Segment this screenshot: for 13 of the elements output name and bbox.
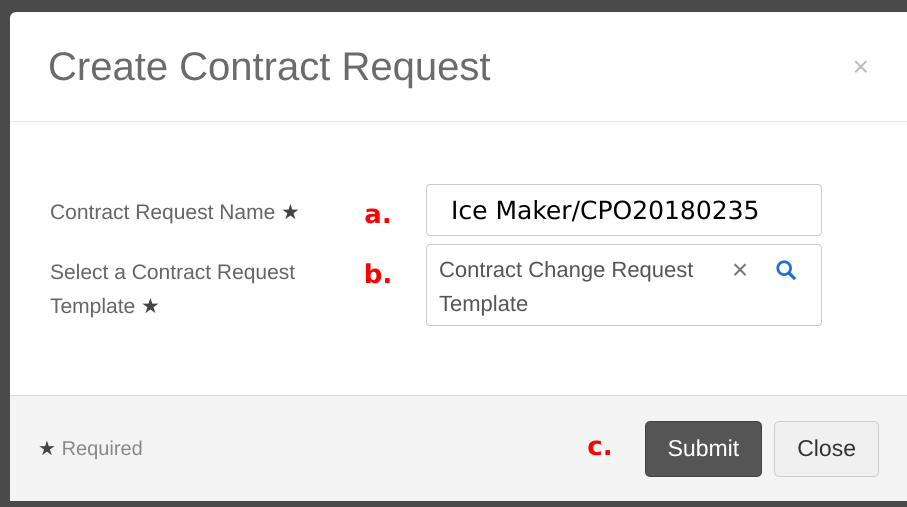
annotation-label: c. <box>587 432 613 462</box>
annotation-label: b. <box>364 262 392 288</box>
submit-button[interactable]: Submit <box>644 420 762 476</box>
field-label: Select a Contract Request Template ★ <box>50 261 296 318</box>
annotation-label: a. <box>364 202 392 228</box>
dialog-title: Create Contract Request <box>48 44 490 90</box>
field-label: Contract Request Name ★ <box>50 201 300 224</box>
search-icon[interactable] <box>775 259 797 281</box>
template-lookup-field[interactable]: Contract Change Request Template × <box>426 244 822 326</box>
required-note: ★ Required <box>38 436 143 462</box>
name-input-field[interactable]: Ice Maker/CPO20180235 <box>426 184 822 236</box>
field-value: Contract Change Request Template <box>439 256 694 318</box>
close-button[interactable]: Close <box>774 420 879 476</box>
